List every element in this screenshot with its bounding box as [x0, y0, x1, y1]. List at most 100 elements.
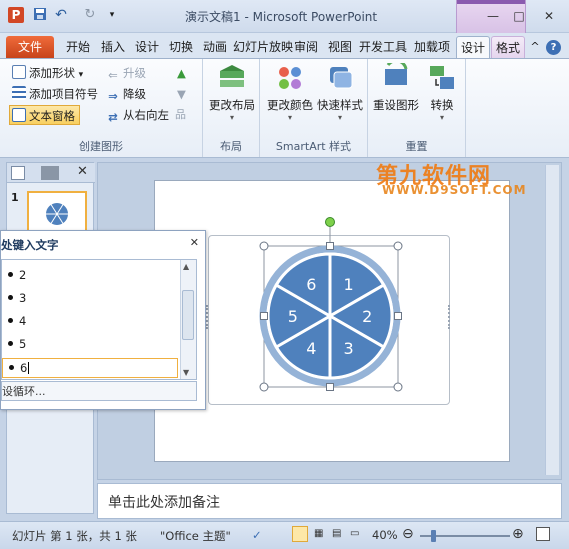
- reset-graphic-button[interactable]: 重设图形: [370, 59, 422, 113]
- convert-button[interactable]: 转换 ▾: [422, 63, 462, 122]
- group-label-reset: 重置: [405, 140, 428, 153]
- close-button[interactable]: ✕: [536, 6, 562, 26]
- resize-handle[interactable]: [259, 382, 269, 392]
- scroll-thumb[interactable]: [182, 290, 194, 340]
- bullet-list-icon: [12, 86, 26, 100]
- cycle-arrowhead: [271, 350, 278, 357]
- zoom-level[interactable]: 40%: [372, 528, 398, 542]
- fit-to-window-icon[interactable]: [536, 527, 550, 541]
- customize-toolbar-icon[interactable]: ▾: [104, 7, 120, 23]
- cycle-arrowhead: [382, 275, 389, 282]
- tab-addins[interactable]: 加载项: [411, 36, 453, 58]
- resize-handle[interactable]: [259, 241, 269, 251]
- reading-view-icon[interactable]: ▤: [332, 528, 341, 539]
- bullet-item[interactable]: 4: [8, 314, 26, 328]
- tab-home[interactable]: 开始: [62, 36, 94, 58]
- smartart-cycle-diagram[interactable]: 123 456: [250, 210, 420, 406]
- watermark-url: WWW.D9SOFT.COM: [382, 183, 527, 197]
- rotate-handle[interactable]: [325, 217, 335, 227]
- text-pane-scrollbar[interactable]: ▲ ▼: [180, 260, 196, 379]
- tab-file[interactable]: 文件: [6, 36, 54, 58]
- scroll-up-icon[interactable]: ▲: [183, 262, 189, 271]
- window-title: 演示文稿1 - Microsoft PowerPoint: [185, 10, 378, 24]
- tab-review[interactable]: 审阅: [290, 36, 322, 58]
- cycle-arrowhead: [266, 283, 273, 290]
- slides-tab-icon[interactable]: [11, 166, 25, 180]
- add-shape-icon: [12, 65, 26, 79]
- demote-button[interactable]: ⇒ 降级: [104, 84, 146, 104]
- maximize-button[interactable]: □: [506, 6, 532, 26]
- zoom-in-icon[interactable]: ⊕: [512, 526, 524, 542]
- text-pane-title: 处键入文字: [1, 238, 59, 252]
- bullet-item[interactable]: 5: [8, 337, 26, 351]
- resize-handle[interactable]: [326, 242, 334, 250]
- slide-sorter-view-icon[interactable]: ▦: [314, 528, 323, 539]
- add-bullet-button[interactable]: 添加项目符号: [10, 84, 98, 104]
- tab-developer[interactable]: 开发工具: [357, 36, 409, 58]
- resize-handle[interactable]: [393, 241, 403, 251]
- group-label-create-graphic: 创建图形: [79, 140, 123, 153]
- tab-smartart-design[interactable]: 设计: [456, 36, 490, 58]
- normal-view-icon[interactable]: [292, 526, 308, 542]
- resize-handle[interactable]: [326, 383, 334, 391]
- tab-insert[interactable]: 插入: [97, 36, 129, 58]
- promote-arrow-icon: ⇐: [108, 68, 118, 82]
- close-pane-icon[interactable]: ✕: [77, 164, 88, 179]
- spellcheck-icon[interactable]: ✓: [252, 528, 262, 542]
- text-pane-button[interactable]: 文本窗格: [9, 105, 80, 125]
- tab-view[interactable]: 视图: [324, 36, 356, 58]
- bullet-item-active[interactable]: 6: [2, 358, 178, 378]
- slide-count-status: 幻灯片 第 1 张，共 1 张: [12, 529, 137, 543]
- scroll-down-icon[interactable]: ▼: [183, 368, 189, 377]
- text-cursor: [28, 362, 30, 374]
- group-reset: 重设图形 转换 ▾ 重置: [368, 59, 466, 157]
- collapse-ribbon-icon[interactable]: ^: [528, 36, 542, 58]
- redo-icon[interactable]: ↻: [82, 7, 98, 23]
- ribbon: 添加形状 ▾ 添加项目符号 文本窗格 ⇐ 升级 ⇒ 降级 ⇄ 从右向左 ▲ ▼ 品 创…: [0, 58, 569, 158]
- cycle-segment-label: 4: [306, 339, 316, 358]
- tab-design[interactable]: 设计: [131, 36, 163, 58]
- add-shape-button[interactable]: 添加形状 ▾: [10, 63, 83, 83]
- bullet-dot-icon: [8, 341, 13, 346]
- promote-button[interactable]: ⇐ 升级: [104, 63, 146, 83]
- resize-handle[interactable]: [260, 312, 268, 320]
- tab-animations[interactable]: 动画: [199, 36, 231, 58]
- text-pane-editor[interactable]: 2 3 4 5 6 ▲ ▼: [1, 259, 197, 380]
- move-down-icon[interactable]: ▼: [175, 84, 186, 104]
- zoom-slider-thumb[interactable]: [431, 530, 436, 542]
- slideshow-view-icon[interactable]: ▭: [350, 528, 359, 539]
- right-to-left-button[interactable]: ⇄ 从右向左: [104, 105, 169, 125]
- bullet-item[interactable]: 3: [8, 291, 26, 305]
- bullet-item[interactable]: 2: [8, 268, 26, 282]
- quick-styles-icon: [324, 63, 356, 93]
- save-icon[interactable]: [32, 7, 48, 23]
- layout-org-icon[interactable]: 品: [173, 105, 186, 125]
- undo-icon[interactable]: ↶: [53, 7, 69, 23]
- notes-pane[interactable]: 单击此处添加备注: [97, 483, 562, 519]
- group-label-layout: 布局: [220, 140, 242, 153]
- outline-tab-icon[interactable]: [41, 166, 59, 180]
- vertical-scrollbar[interactable]: [545, 165, 559, 475]
- bullet-dot-icon: [8, 318, 13, 323]
- resize-handle[interactable]: [393, 382, 403, 392]
- frame-left-grip[interactable]: [206, 305, 210, 329]
- powerpoint-app-icon[interactable]: P: [8, 7, 24, 23]
- tab-slideshow[interactable]: 幻灯片放映: [233, 36, 293, 58]
- minimize-button[interactable]: —: [480, 6, 506, 26]
- tab-transitions[interactable]: 切换: [165, 36, 197, 58]
- quick-styles-button[interactable]: 快速样式 ▾: [314, 63, 366, 122]
- layout-icon: [216, 63, 248, 93]
- group-smartart-styles: 更改颜色 ▾ 快速样式 ▾ SmartArt 样式: [260, 59, 368, 157]
- text-pane-close-icon[interactable]: ✕: [190, 236, 199, 249]
- resize-handle[interactable]: [394, 312, 402, 320]
- frame-right-grip[interactable]: [448, 305, 452, 329]
- tab-smartart-format[interactable]: 格式: [491, 36, 525, 58]
- theme-status[interactable]: "Office 主题": [160, 528, 231, 544]
- move-up-icon[interactable]: ▲: [175, 63, 186, 83]
- help-icon[interactable]: ?: [546, 40, 561, 55]
- slides-pane-header: ✕: [7, 163, 95, 183]
- change-colors-button[interactable]: 更改颜色 ▾: [264, 63, 316, 122]
- change-layout-button[interactable]: 更改布局 ▾: [207, 63, 257, 122]
- zoom-out-icon[interactable]: ⊖: [402, 526, 414, 542]
- group-label-smartart-styles: SmartArt 样式: [275, 140, 352, 153]
